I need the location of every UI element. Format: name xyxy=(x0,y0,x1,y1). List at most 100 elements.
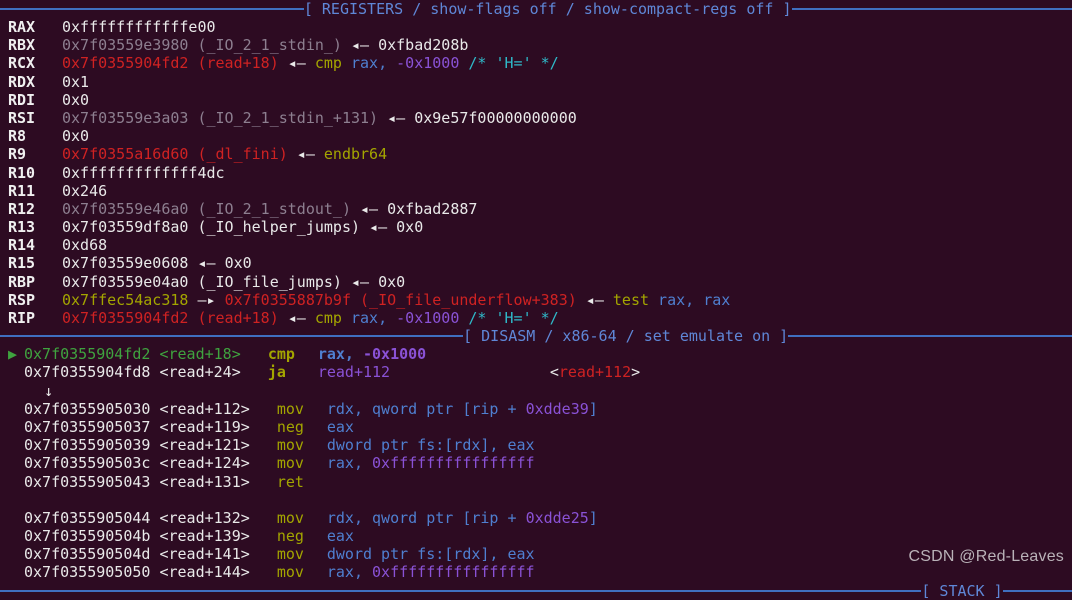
register-row[interactable]: R14 0xd68 xyxy=(0,236,1072,254)
register-row[interactable]: R9 0x7f0355a16d60 (_dl_fini) ◂— endbr64 xyxy=(0,145,1072,163)
register-row[interactable]: RDI 0x0 xyxy=(0,91,1072,109)
current-instruction-marker-icon xyxy=(8,436,24,454)
register-deref-symbol: (_IO_file_underflow+383) xyxy=(351,290,577,309)
deref-arrow-icon: ◂— xyxy=(351,199,388,218)
register-row[interactable]: R15 0x7f03559e0608 ◂— 0x0 xyxy=(0,254,1072,272)
register-value: 0xffffffffffffe00 xyxy=(62,18,216,36)
disasm-mnemonic: mov xyxy=(276,454,304,473)
disasm-row[interactable]: 0x7f035590504b <read+139> neg eax xyxy=(0,527,1072,545)
disasm-section-banner: [ DISASM / x86-64 / set emulate on ] xyxy=(0,327,1072,345)
operand-token: dword ptr fs:[rdx], eax xyxy=(326,436,535,455)
disasm-symbol: <read+144> xyxy=(150,563,277,582)
banner-rule-right xyxy=(1002,589,1072,592)
register-name: RBP xyxy=(8,272,36,291)
register-tail-token: rax, xyxy=(341,309,388,327)
register-row[interactable]: RSI 0x7f03559e3a03 (_IO_2_1_stdin_+131) ◂… xyxy=(0,109,1072,127)
register-name: R9 xyxy=(8,145,27,164)
operand-token: 0xdde39 xyxy=(525,399,589,418)
disasm-address: 0x7f0355905050 xyxy=(24,563,151,582)
disasm-row[interactable]: 0x7f035590503c <read+124> mov rax, 0xffff… xyxy=(0,454,1072,472)
disasm-symbol: <read+18> xyxy=(150,345,268,364)
register-name: R8 xyxy=(8,127,27,146)
disasm-address: 0x7f0355904fd2 xyxy=(24,345,151,364)
register-value: 0x7f03559df8a0 xyxy=(62,218,189,237)
current-instruction-marker-icon: ▶ xyxy=(8,345,18,364)
disasm-mnemonic: mov xyxy=(276,436,304,455)
operand-token: dword ptr fs:[rdx], eax xyxy=(326,545,535,564)
register-row[interactable]: R13 0x7f03559df8a0 (_IO_helper_jumps) ◂— … xyxy=(0,218,1072,236)
register-row[interactable]: RBP 0x7f03559e04a0 (_IO_file_jumps) ◂— 0x… xyxy=(0,273,1072,291)
disasm-operands: eax xyxy=(327,527,559,545)
disasm-row[interactable]: 0x7f0355905039 <read+121> mov dword ptr f… xyxy=(0,436,1072,454)
register-deref: 0x0 xyxy=(378,272,406,291)
register-row[interactable]: RAX 0xffffffffffffe00 xyxy=(0,18,1072,36)
register-symbol: (_IO_helper_jumps) xyxy=(188,218,361,237)
banner-rule-left xyxy=(0,8,304,10)
register-value: 0x7f0355904fd2 xyxy=(62,54,189,73)
register-value: 0x0 xyxy=(62,127,90,146)
current-instruction-marker-icon xyxy=(8,418,24,436)
disasm-address: 0x7f0355904fd8 xyxy=(24,363,151,382)
current-instruction-marker-icon xyxy=(8,563,24,581)
disasm-row-current[interactable]: ▶ 0x7f0355904fd2 <read+18> cmp rax, -0x100… xyxy=(0,345,1072,363)
register-deref: 0xfbad2887 xyxy=(387,199,478,218)
operand-token: 0xffffffffffffffff xyxy=(372,563,535,582)
disasm-row[interactable]: 0x7f0355905044 <read+132> mov rdx, qword … xyxy=(0,509,1072,527)
register-tail-token: test xyxy=(612,290,650,309)
disasm-address: 0x7f0355905037 xyxy=(24,417,151,436)
register-row[interactable]: RDX 0x1 xyxy=(0,73,1072,91)
operand-token: rax, xyxy=(326,454,373,473)
register-deref: 0x9e57f00000000000 xyxy=(414,108,577,127)
disasm-mnemonic: mov xyxy=(276,399,304,418)
current-instruction-marker-icon xyxy=(8,454,24,472)
disasm-branch-annotation: <read+112> xyxy=(549,363,641,382)
register-value: 0x0 xyxy=(62,90,90,109)
disasm-operands: rax, 0xffffffffffffffff xyxy=(327,563,559,581)
register-value: 0x7f03559e3a03 xyxy=(62,108,189,127)
register-deref: 0x7f0355887b9f xyxy=(224,290,351,309)
register-row[interactable]: R10 0xfffffffffffff4dc xyxy=(0,164,1072,182)
operand-token: rdx, qword ptr [rip + xyxy=(326,399,526,418)
disasm-row[interactable]: 0x7f0355905043 <read+131> ret xyxy=(0,473,1072,491)
disasm-row[interactable]: 0x7f0355904fd8 <read+24> ja read+112 <read… xyxy=(0,363,1072,381)
register-row[interactable]: R11 0x246 xyxy=(0,182,1072,200)
register-name: RCX xyxy=(8,54,36,73)
register-row[interactable]: RSP 0x7ffec54ac318 —▸ 0x7f0355887b9f (_IO… xyxy=(0,291,1072,309)
current-instruction-marker-icon xyxy=(8,363,24,381)
disasm-row[interactable]: 0x7f0355905037 <read+119> neg eax xyxy=(0,418,1072,436)
register-row[interactable]: R12 0x7f03559e46a0 (_IO_2_1_stdout_) ◂— 0… xyxy=(0,200,1072,218)
register-name: R10 xyxy=(8,163,36,182)
register-row[interactable]: RBX 0x7f03559e3980 (_IO_2_1_stdin_) ◂— 0x… xyxy=(0,36,1072,54)
register-value: 0x7ffec54ac318 xyxy=(62,290,189,309)
register-value: 0x1 xyxy=(62,72,90,91)
disasm-symbol: <read+112> xyxy=(150,399,277,418)
register-tail-token: rax, rax xyxy=(649,290,731,309)
disasm-address: 0x7f035590504d xyxy=(24,545,151,564)
banner-rule-left xyxy=(0,589,922,592)
register-row[interactable]: RIP 0x7f0355904fd2 (read+18) ◂— cmp rax, … xyxy=(0,309,1072,327)
deref-arrow-icon: ◂— xyxy=(360,218,397,237)
disasm-row[interactable]: 0x7f0355905030 <read+112> mov rdx, qword … xyxy=(0,400,1072,418)
register-value: 0xfffffffffffff4dc xyxy=(62,163,225,182)
register-name: R15 xyxy=(8,254,36,273)
disasm-symbol: <read+121> xyxy=(150,436,277,455)
operand-token: rax, xyxy=(326,563,373,582)
disasm-symbol: <read+124> xyxy=(150,454,277,473)
disasm-symbol: <read+131> xyxy=(150,472,277,491)
current-instruction-marker-icon xyxy=(8,400,24,418)
disasm-row[interactable]: 0x7f0355905050 <read+144> mov rax, 0xffff… xyxy=(0,563,1072,581)
register-name: RAX xyxy=(8,18,36,36)
register-value: 0x7f03559e46a0 xyxy=(62,199,189,218)
operand-token: -0x1000 xyxy=(363,345,427,364)
disasm-operands: rdx, qword ptr [rip + 0xdde39] xyxy=(327,400,598,418)
register-symbol: (_IO_file_jumps) xyxy=(188,272,342,291)
deref-arrow-icon: ◂— xyxy=(287,145,324,164)
registers-list: RAX 0xffffffffffffe00 RBX 0x7f03559e3980 (_… xyxy=(0,18,1072,327)
register-row[interactable]: R8 0x0 xyxy=(0,127,1072,145)
terminal-screen: [ REGISTERS / show-flags off / show-comp… xyxy=(0,0,1072,600)
operand-token: eax xyxy=(326,527,354,546)
register-value: 0x7f0355a16d60 xyxy=(62,145,189,164)
register-value: 0x7f0355904fd2 xyxy=(62,309,189,327)
disasm-symbol: <read+132> xyxy=(150,508,277,527)
register-row[interactable]: RCX 0x7f0355904fd2 (read+18) ◂— cmp rax, … xyxy=(0,54,1072,72)
